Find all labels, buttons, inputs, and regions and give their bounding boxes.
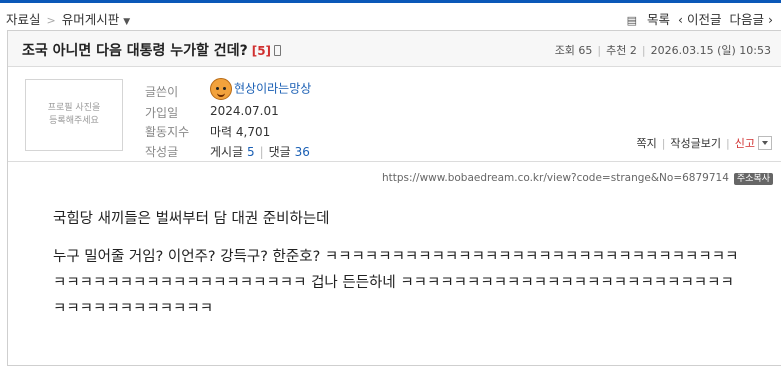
view-posts-button[interactable]: 작성글보기 [670, 137, 721, 150]
writer-label: 글쓴이 [145, 85, 179, 99]
copy-url-button[interactable]: 주소복사 [733, 173, 773, 185]
breadcrumb-home[interactable]: 자료실 [6, 12, 41, 27]
activity-value: 마력 4,701 [210, 125, 271, 139]
breadcrumb-board[interactable]: 유머게시판 [62, 12, 120, 27]
chevron-down-icon[interactable]: ▼ [123, 17, 130, 27]
post-title-bar: 조국 아니면 다음 대통령 누가할 건데? [5] 조회 65 | 추천 2 | 2026… [8, 31, 781, 67]
list-label: 목록 [647, 12, 671, 27]
post-meta: 조회 65 | 추천 2 | 2026.03.15 (일) 10:53 [554, 44, 771, 57]
recommend-count: 추천 2 [606, 44, 637, 57]
post-container: 조국 아니면 다음 대통령 누가할 건데? [5] 조회 65 | 추천 2 | 2026… [7, 30, 781, 366]
breadcrumb-separator: > [46, 14, 56, 27]
prev-post-link[interactable]: ‹ 이전글 [678, 12, 721, 27]
posts-label: 작성글 [145, 145, 179, 159]
joined-label: 가입일 [145, 106, 179, 120]
post-url: https://www.bobaedream.co.kr/view?code=s… [382, 172, 773, 185]
comment-count-link[interactable]: 36 [295, 145, 310, 159]
writer-value: 현상이라는망상 [210, 78, 311, 100]
breadcrumb: 자료실 > 유머게시판 ▼ [6, 9, 130, 28]
list-icon: ▤ [626, 14, 638, 27]
mobile-icon [274, 45, 282, 56]
post-navigation: ▤ 목록 ‹ 이전글 다음글 › [611, 9, 773, 28]
page-title: 조국 아니면 다음 대통령 누가할 건데? [5] [22, 40, 282, 60]
post-content: 국힘당 새끼들은 벌써부터 담 대권 준비하는데 누구 밀어줄 거임? 이언주?… [53, 206, 743, 334]
author-info: 프로필 사진을 등록해주세요 글쓴이 현상이라는망상 가입일 2024.07.01… [8, 67, 781, 162]
avatar[interactable] [210, 78, 232, 100]
profile-photo-placeholder: 프로필 사진을 등록해주세요 [25, 79, 123, 151]
comment-count-label: 댓글 [268, 145, 291, 159]
post-date: 2026.03.15 (일) 10:53 [650, 44, 771, 57]
content-paragraph: 누구 밀어줄 거임? 이언주? 강득구? 한준호? ㅋㅋㅋㅋㅋㅋㅋㅋㅋㅋㅋㅋㅋㅋ… [53, 249, 739, 317]
next-post-link[interactable]: 다음글 › [730, 12, 773, 27]
joined-value: 2024.07.01 [210, 104, 279, 118]
activity-label: 활동지수 [145, 125, 190, 139]
post-title-text: 조국 아니면 다음 대통령 누가할 건데? [22, 43, 248, 59]
post-count-label: 게시글 [210, 145, 244, 159]
content-paragraph: 국힘당 새끼들은 벌써부터 담 대권 준비하는데 [53, 211, 330, 227]
post-count-link[interactable]: 5 [247, 145, 255, 159]
list-button[interactable]: ▤ 목록 [619, 12, 670, 27]
post-url-text: https://www.bobaedream.co.kr/view?code=s… [381, 172, 729, 184]
message-button[interactable]: 쪽지 [636, 137, 656, 150]
breadcrumb-bar: 자료실 > 유머게시판 ▼ ▤ 목록 ‹ 이전글 다음글 › [0, 3, 781, 31]
author-actions: 쪽지 | 작성글보기 | 신고 [636, 135, 772, 151]
author-nickname[interactable]: 현상이라는망상 [234, 82, 311, 96]
comment-count-badge[interactable]: [5] [252, 44, 271, 58]
view-count: 조회 65 [554, 44, 593, 57]
photo-placeholder-text: 프로필 사진을 등록해주세요 [47, 103, 101, 126]
chevron-down-icon[interactable] [758, 136, 772, 150]
report-button[interactable]: 신고 [735, 137, 755, 150]
posts-value: 게시글 5 | 댓글 36 [210, 145, 310, 159]
